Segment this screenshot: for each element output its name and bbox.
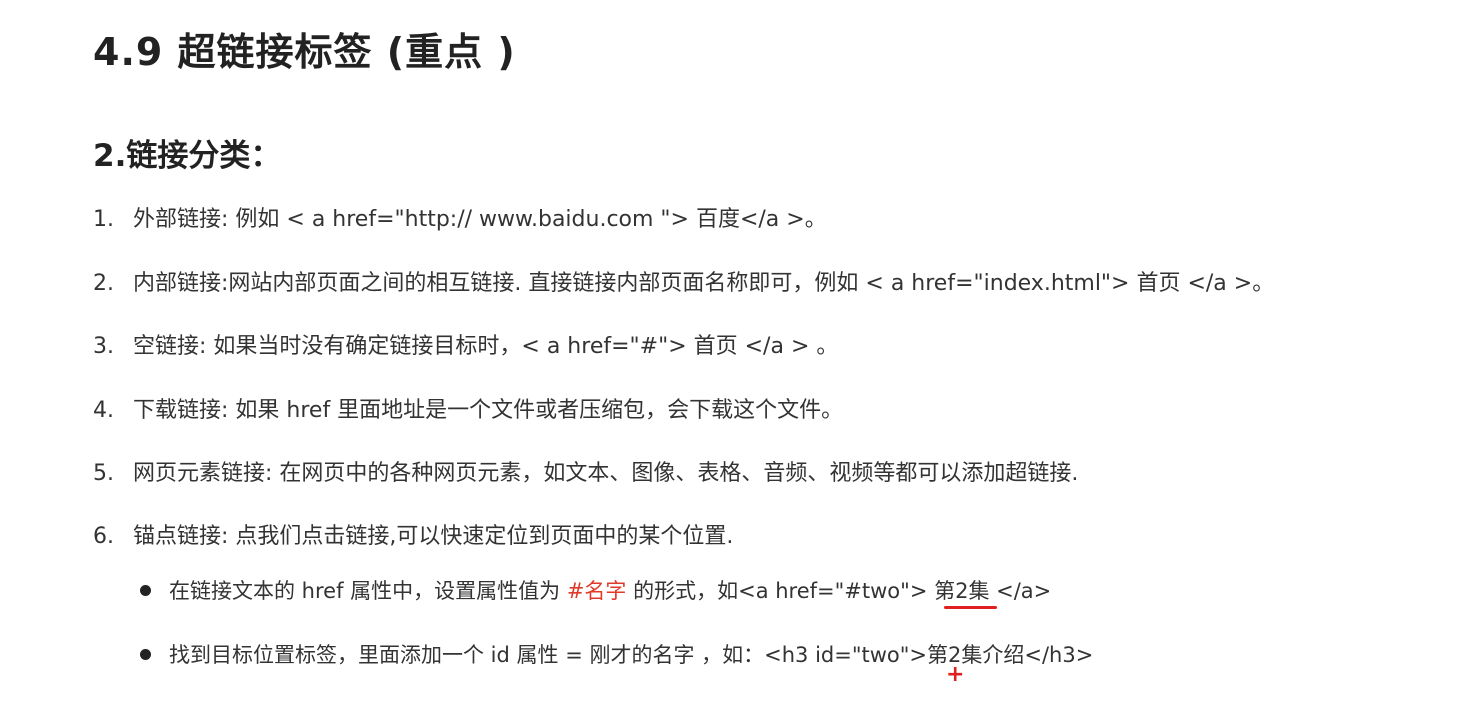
bullet-dot-icon bbox=[140, 584, 151, 596]
section-title: 2.链接分类： bbox=[93, 138, 282, 174]
list-item-anchor-link: 6. 锚点链接: 点我们点击链接,可以快速定位到页面中的某个位置. bbox=[93, 522, 733, 552]
bullet-text-after: 的形式，如<a href="#two"> 第2集 </a> bbox=[626, 579, 1052, 603]
list-number: 1. bbox=[93, 207, 114, 232]
bullet-dot-icon bbox=[140, 648, 151, 660]
red-underline-mark bbox=[944, 606, 997, 609]
list-text: 锚点链接: 点我们点击链接,可以快速定位到页面中的某个位置. bbox=[133, 524, 734, 549]
list-text: 内部链接:网站内部页面之间的相互链接. 直接链接内部页面名称即可，例如 < a … bbox=[133, 271, 1275, 296]
bullet-item-href-name: 在链接文本的 href 属性中，设置属性值为 #名字 的形式，如<a href=… bbox=[140, 576, 1051, 606]
bullet-text-before: 在链接文本的 href 属性中，设置属性值为 bbox=[169, 579, 567, 603]
list-number: 2. bbox=[93, 271, 114, 296]
list-number: 3. bbox=[93, 334, 114, 359]
page-title: 4.9 超链接标签 (重点 ) bbox=[93, 30, 516, 74]
list-text: 下载链接: 如果 href 里面地址是一个文件或者压缩包，会下载这个文件。 bbox=[133, 398, 844, 423]
list-text: 空链接: 如果当时没有确定链接目标时，< a href="#"> 首页 </a … bbox=[133, 334, 839, 359]
list-item-internal-link: 2. 内部链接:网站内部页面之间的相互链接. 直接链接内部页面名称即可，例如 < … bbox=[93, 269, 1274, 299]
list-number: 6. bbox=[93, 524, 114, 549]
list-item-external-link: 1. 外部链接: 例如 < a href="http:// www.baidu.c… bbox=[93, 205, 827, 235]
list-text: 外部链接: 例如 < a href="http:// www.baidu.com… bbox=[133, 207, 827, 232]
highlight-name-text: #名字 bbox=[566, 579, 627, 603]
list-item-element-link: 5. 网页元素链接: 在网页中的各种网页元素，如文本、图像、表格、音频、视频等都可… bbox=[93, 459, 1078, 489]
list-number: 4. bbox=[93, 398, 114, 423]
list-item-empty-link: 3. 空链接: 如果当时没有确定链接目标时，< a href="#"> 首页 </… bbox=[93, 332, 838, 362]
list-number: 5. bbox=[93, 461, 114, 486]
red-plus-mark: + bbox=[946, 662, 965, 687]
list-item-download-link: 4. 下载链接: 如果 href 里面地址是一个文件或者压缩包，会下载这个文件。 bbox=[93, 396, 843, 426]
list-text: 网页元素链接: 在网页中的各种网页元素，如文本、图像、表格、音频、视频等都可以添… bbox=[133, 461, 1079, 486]
